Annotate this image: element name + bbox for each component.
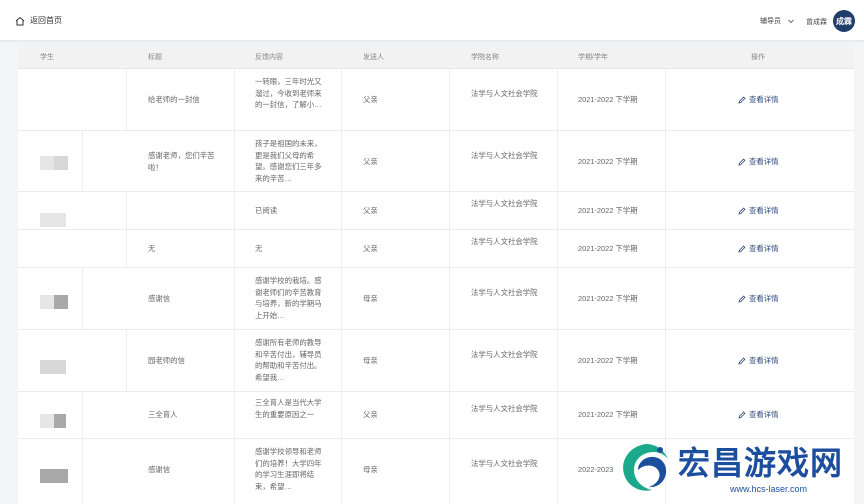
view-details-link[interactable]: 查看详情 [738, 293, 779, 304]
row-title: 感谢老师，您们辛苦啦！ [148, 151, 215, 172]
table-row: 园老师的信 感谢所有老师的教导和辛苦付出，辅导员的帮助和辛苦付出。希望我… 母亲… [18, 330, 854, 392]
student-avatar [54, 414, 66, 428]
row-title: 三全育人 [148, 410, 178, 419]
row-sender: 父亲 [363, 244, 378, 253]
back-home-label: 返回首页 [30, 15, 62, 25]
row-college: 法学与人文社会学院 [471, 288, 538, 297]
row-content: 三全育人是当代大学生的重要原因之一 [255, 398, 322, 419]
row-sender: 母亲 [363, 465, 378, 474]
view-details-link[interactable]: 查看详情 [738, 409, 779, 420]
row-college: 法学与人文社会学院 [471, 459, 538, 468]
edit-icon [738, 357, 746, 365]
row-term: 2021-2022 下学期 [578, 206, 638, 215]
student-avatar [40, 295, 54, 309]
view-details-link[interactable]: 查看详情 [738, 243, 779, 254]
edit-icon [738, 158, 746, 166]
student-avatar [40, 360, 66, 374]
edit-icon [738, 207, 746, 215]
row-term: 2021-2022 下学期 [578, 356, 638, 365]
edit-icon [738, 295, 746, 303]
row-term: 2022-2023 [578, 465, 614, 474]
row-title: 感谢信 [148, 294, 171, 303]
role-dropdown[interactable]: 辅导员 [760, 16, 795, 26]
column-header-action: 操作 [751, 54, 765, 61]
row-college: 法学与人文社会学院 [471, 350, 538, 359]
row-title: 给老师的一封信 [148, 95, 200, 104]
avatar[interactable]: 成霖 [833, 10, 855, 32]
edit-icon [738, 411, 746, 419]
row-content: 无 [255, 244, 263, 253]
row-college: 法学与人文社会学院 [471, 151, 538, 160]
row-content: 一转眼，三年时光又溜过，今收到老师来的一封信，了解小… [255, 77, 322, 109]
row-college: 法学与人文社会学院 [471, 404, 538, 413]
row-sender: 父亲 [363, 157, 378, 166]
table-row: 无 无 父亲 法学与人文社会学院 2021-2022 下学期 查看详情 [18, 230, 854, 268]
row-college: 法学与人文社会学院 [471, 89, 538, 98]
view-details-link[interactable]: 查看详情 [738, 205, 779, 216]
column-header-content: 反馈内容 [255, 54, 283, 61]
row-term: 2021-2022 下学期 [578, 95, 638, 104]
row-term: 2021-2022 下学期 [578, 410, 638, 419]
column-header-title: 标题 [148, 54, 162, 61]
user-name[interactable]: 曾成霖 [806, 17, 827, 27]
row-term: 2021-2022 下学期 [578, 157, 638, 166]
table-header: 学生 标题 反馈内容 发送人 学院名称 学期/学年 操作 [18, 44, 854, 69]
row-college: 法学与人文社会学院 [471, 237, 538, 246]
view-details-link[interactable]: 查看详情 [738, 156, 779, 167]
back-home-link[interactable]: 返回首页 [14, 14, 62, 26]
row-content: 感谢所有老师的教导和辛苦付出，辅导员的帮助和辛苦付出。希望我… [255, 338, 322, 382]
row-content: 已阅读 [255, 206, 278, 215]
row-sender: 父亲 [363, 206, 378, 215]
top-bar: 返回首页 辅导员 曾成霖 成霖 [0, 0, 864, 41]
table-row: 感谢老师，您们辛苦啦！ 孩子是祖国的未来，更是我们父母的希望。感谢您们三年多来的… [18, 131, 854, 192]
student-avatar [40, 213, 54, 227]
watermark-title: 宏昌游戏网 [678, 445, 844, 481]
row-title: 感谢信 [148, 465, 171, 474]
row-title: 无 [148, 244, 156, 253]
edit-icon [738, 96, 746, 104]
row-sender: 母亲 [363, 356, 378, 365]
edit-icon [738, 245, 746, 253]
student-avatar [54, 295, 68, 309]
row-content: 感谢学校领导和老师们的培养！大学四年的学习生涯即将结束，希望… [255, 447, 322, 491]
row-college: 法学与人文社会学院 [471, 199, 538, 208]
table-row: 已阅读 父亲 法学与人文社会学院 2021-2022 下学期 查看详情 [18, 192, 854, 230]
column-header-college: 学院名称 [471, 54, 499, 61]
row-term: 2021-2022 下学期 [578, 294, 638, 303]
row-sender: 父亲 [363, 410, 378, 419]
view-details-link[interactable]: 查看详情 [738, 94, 779, 105]
column-header-student: 学生 [40, 54, 54, 61]
student-avatar [40, 156, 54, 170]
student-avatar [40, 469, 68, 483]
row-term: 2021-2022 下学期 [578, 244, 638, 253]
table-row: 感谢信 感谢学校的栽培。感谢老师们的辛苦教育与培养，新的学期马上开始… 母亲 法… [18, 268, 854, 330]
column-header-sender: 发送人 [363, 54, 384, 61]
chevron-down-icon [787, 17, 795, 25]
column-header-term: 学期/学年 [578, 54, 608, 61]
student-avatar [54, 156, 68, 170]
row-sender: 母亲 [363, 294, 378, 303]
row-sender: 父亲 [363, 95, 378, 104]
row-content: 感谢学校的栽培。感谢老师们的辛苦教育与培养，新的学期马上开始… [255, 276, 322, 320]
role-label: 辅导员 [760, 18, 781, 25]
dragon-logo-icon [616, 440, 674, 496]
table-row: 给老师的一封信 一转眼，三年时光又溜过，今收到老师来的一封信，了解小… 父亲 法… [18, 69, 854, 131]
watermark-url: www.hcs-laser.com [730, 484, 808, 494]
home-icon [14, 14, 26, 26]
row-content: 孩子是祖国的未来，更是我们父母的希望。感谢您们三年多来的辛苦… [255, 139, 322, 183]
row-title: 园老师的信 [148, 356, 185, 365]
watermark: 宏昌游戏网 www.hcs-laser.com [612, 432, 864, 500]
student-avatar [54, 213, 66, 227]
view-details-link[interactable]: 查看详情 [738, 355, 779, 366]
student-avatar [40, 414, 54, 428]
